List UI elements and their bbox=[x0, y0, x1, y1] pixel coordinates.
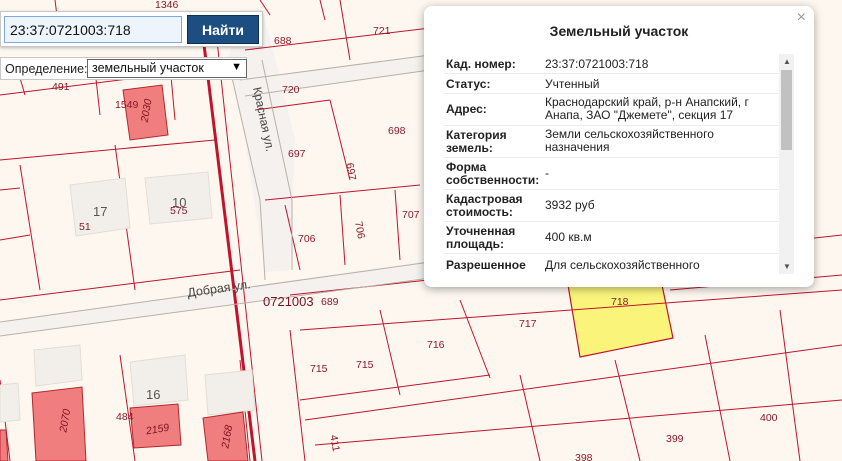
info-value: 400 кв.м bbox=[545, 230, 592, 244]
info-value: Для сельскохозяйственного bbox=[545, 258, 700, 272]
info-value: 3932 руб bbox=[545, 198, 595, 212]
parcel-label: 400 bbox=[760, 412, 778, 424]
house-number: 17 bbox=[93, 204, 107, 219]
scroll-down-icon[interactable]: ▼ bbox=[783, 262, 791, 271]
info-key: Статус: bbox=[446, 77, 491, 91]
info-key: Категория земель: bbox=[446, 128, 507, 155]
parcel-label: 715 bbox=[356, 359, 374, 371]
parcel-label: 716 bbox=[427, 339, 445, 351]
parcel-label: 1346 bbox=[155, 0, 179, 11]
definition-select[interactable]: земельный участок ▼ bbox=[87, 59, 247, 78]
house-16b bbox=[204, 369, 256, 416]
info-row: Кад. номер: 23:37:0721003:718 bbox=[444, 54, 794, 74]
parcel-label: 707 bbox=[402, 209, 420, 221]
parcel-label: 717 bbox=[519, 318, 537, 330]
search-panel: Найти bbox=[0, 11, 263, 47]
info-key: Уточненная площадь: bbox=[446, 224, 516, 251]
info-value: Учтенный bbox=[545, 77, 600, 91]
popup-info-table: Кад. номер: 23:37:0721003:718 Статус: Уч… bbox=[444, 54, 794, 274]
parcel-label: 698 bbox=[388, 125, 406, 137]
info-row: Категория земель: Земли сельскохозяйстве… bbox=[444, 126, 794, 158]
house-w bbox=[0, 382, 21, 423]
parcel-info-popup: × Земельный участок Кад. номер: 23:37:07… bbox=[424, 6, 814, 287]
definition-label: Определение: bbox=[5, 62, 88, 76]
info-value: - bbox=[545, 166, 549, 180]
info-key: Адрес: bbox=[446, 102, 487, 116]
parcel-label: 689 bbox=[321, 296, 339, 308]
house-number: 16 bbox=[146, 387, 160, 402]
info-row: Форма собственности: - bbox=[444, 158, 794, 190]
popup-scrollbar[interactable]: ▲ ▼ bbox=[779, 54, 794, 274]
cadastral-search-input[interactable] bbox=[4, 16, 182, 43]
parcel-label: 398 bbox=[575, 452, 593, 461]
info-row: Уточненная площадь: 400 кв.м bbox=[444, 222, 794, 254]
parcel-label: 721 bbox=[373, 25, 391, 37]
info-row: Адрес: Краснодарский край, р-н Анапский,… bbox=[444, 94, 794, 126]
info-key: Кад. номер: bbox=[446, 57, 516, 71]
parcel-label: 484 bbox=[116, 411, 134, 423]
info-key: Кадастровая стоимость: bbox=[446, 192, 523, 219]
info-row: Разрешенное Для сельскохозяйственного bbox=[444, 254, 794, 274]
parcel-label: 688 bbox=[274, 35, 292, 47]
building-edge bbox=[0, 429, 9, 461]
parcel-label: 720 bbox=[282, 84, 300, 96]
selected-parcel-label: 718 bbox=[611, 296, 629, 308]
info-value: Краснодарский край, р-н Анапский, г Анап… bbox=[545, 95, 749, 122]
popup-title: Земельный участок bbox=[549, 23, 689, 39]
parcel-label: 399 bbox=[666, 433, 684, 445]
parcel-label: 697 bbox=[288, 148, 306, 160]
definition-panel: Определение: земельный участок ▼ bbox=[0, 57, 247, 80]
scroll-up-icon[interactable]: ▲ bbox=[783, 57, 791, 66]
block-number: 0721003 bbox=[263, 294, 314, 309]
info-row: Кадастровая стоимость: 3932 руб bbox=[444, 190, 794, 222]
info-row: Статус: Учтенный bbox=[444, 74, 794, 94]
search-button[interactable]: Найти bbox=[187, 15, 259, 44]
parcel-label: 715 bbox=[310, 363, 328, 375]
definition-selected-value: земельный участок bbox=[92, 61, 204, 75]
dropdown-arrow-icon: ▼ bbox=[231, 61, 242, 73]
house-sw bbox=[33, 344, 83, 387]
info-key: Разрешенное bbox=[446, 258, 526, 272]
scroll-thumb[interactable] bbox=[781, 70, 792, 150]
parcel-label: 1549 bbox=[115, 99, 139, 111]
parcel-label: 491 bbox=[52, 81, 70, 93]
info-value: 23:37:0721003:718 bbox=[545, 57, 649, 71]
info-value: Земли сельскохозяйственного назначения bbox=[545, 127, 714, 154]
parcel-label: 706 bbox=[298, 233, 316, 245]
info-key: Форма собственности: bbox=[446, 160, 540, 187]
parcel-label: 575 bbox=[170, 205, 188, 217]
parcel-label: 51 bbox=[79, 221, 91, 233]
